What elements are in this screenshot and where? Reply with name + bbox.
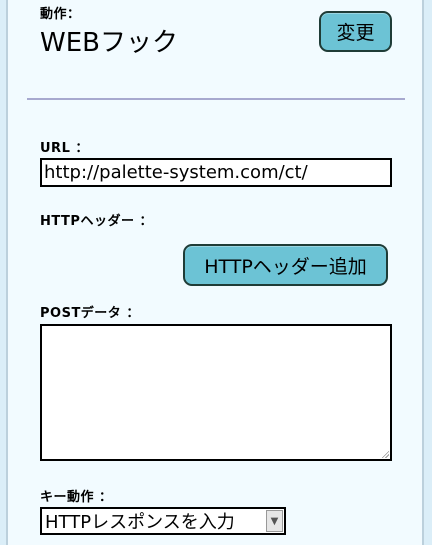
action-label: 動作： bbox=[40, 7, 81, 22]
url-label: URL ： bbox=[40, 141, 89, 156]
key-action-selected-value: HTTPレスポンスを入力 bbox=[45, 512, 235, 533]
http-header-label: HTTPヘッダー ： bbox=[40, 214, 153, 229]
change-button[interactable]: 変更 bbox=[319, 11, 392, 52]
post-data-container bbox=[40, 324, 392, 461]
add-http-header-button[interactable]: HTTPヘッダー追加 bbox=[183, 244, 388, 286]
action-value: WEBフック bbox=[40, 28, 178, 58]
post-data-label: POSTデータ ： bbox=[40, 306, 140, 321]
key-action-label: キー動作 ： bbox=[40, 490, 113, 505]
chevron-down-icon[interactable]: ▼ bbox=[266, 510, 283, 532]
panel-right-edge bbox=[422, 0, 432, 545]
panel-left-edge bbox=[0, 0, 8, 545]
section-divider bbox=[27, 98, 405, 100]
url-input[interactable] bbox=[40, 158, 392, 187]
key-action-select[interactable]: HTTPレスポンスを入力 ▼ bbox=[40, 507, 286, 535]
post-data-textarea[interactable] bbox=[40, 324, 392, 461]
